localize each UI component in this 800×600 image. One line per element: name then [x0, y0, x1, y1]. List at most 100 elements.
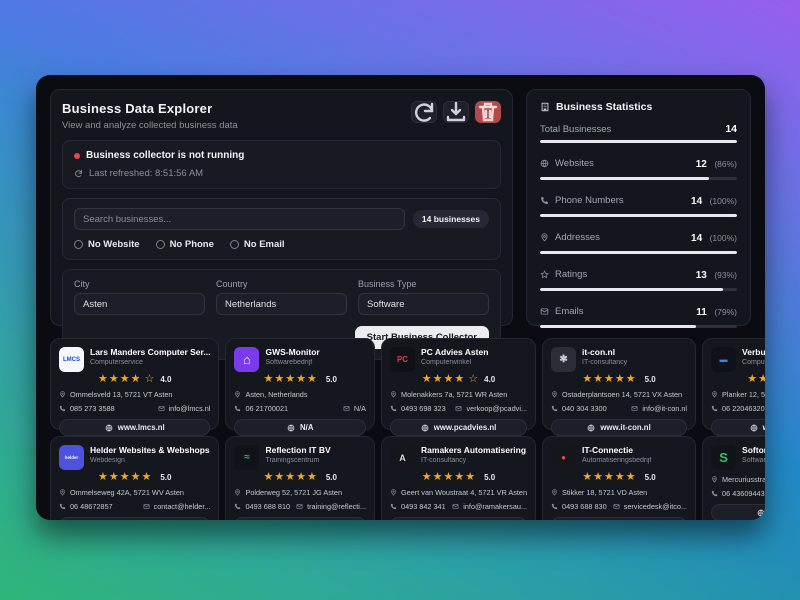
map-pin-icon	[234, 391, 241, 398]
country-label: Country	[216, 279, 347, 289]
website-button[interactable]	[59, 517, 210, 520]
stat-row: Phone Numbers 14 (100%)	[540, 191, 737, 217]
mail-icon	[452, 503, 459, 510]
business-card[interactable]: ▬ Verbugt IT Computerondersteuning en -s…	[702, 338, 765, 430]
website-button[interactable]: www.it-con.nl	[551, 419, 687, 436]
country-field[interactable]	[216, 293, 347, 315]
map-pin-icon	[390, 391, 397, 398]
website-button[interactable]	[551, 517, 687, 520]
download-button[interactable]	[443, 101, 469, 123]
business-phone: 06 48672857	[59, 502, 113, 511]
business-logo: ●	[551, 445, 576, 470]
star-icon	[540, 270, 549, 279]
business-card[interactable]: ≈ Reflection IT BV Trainingscentrum ★★★★…	[225, 436, 375, 520]
rating-value: 4.0	[484, 375, 495, 384]
rating-value: 5.0	[326, 375, 337, 384]
business-type-field[interactable]	[358, 293, 489, 315]
globe-icon	[421, 424, 429, 432]
business-category: Computerservice	[90, 359, 210, 366]
business-rating: ★★★★★ 5.0	[234, 472, 366, 483]
phone-icon	[59, 405, 66, 412]
pin-icon	[540, 233, 549, 242]
business-logo: LMCS	[59, 347, 84, 372]
mail-icon	[158, 405, 165, 412]
business-rating: ★★★★★ 5.0	[551, 374, 687, 385]
business-card[interactable]: ✱ it-con.nl IT-consultancy ★★★★★ 5.0 Ost…	[542, 338, 696, 430]
business-card[interactable]: helder Helder Websites & Webshops Webdes…	[50, 436, 219, 520]
mail-icon	[455, 405, 462, 412]
filter-no-website[interactable]: No Website	[74, 239, 140, 250]
collector-status-box: Business collector is not running Last r…	[62, 140, 501, 189]
business-email: verkoop@pcadvi...	[455, 404, 527, 413]
filter-no-phone[interactable]: No Phone	[156, 239, 214, 250]
delete-button[interactable]	[475, 101, 501, 123]
website-button[interactable]: www.verbugt.it	[711, 419, 765, 436]
stat-label: Websites	[555, 158, 594, 169]
filter-no-email[interactable]: No Email	[230, 239, 285, 250]
website-button[interactable]: softomic.nl	[711, 504, 765, 520]
checkbox-icon[interactable]	[230, 240, 239, 249]
business-card[interactable]: ⌂ GWS-Monitor Softwarebedrijf ★★★★★ 5.0 …	[225, 338, 375, 430]
city-field[interactable]	[74, 293, 205, 315]
business-phone: 06 22046320	[711, 404, 765, 413]
business-logo: ⌂	[234, 347, 259, 372]
website-button[interactable]	[390, 517, 527, 520]
globe-icon	[587, 424, 595, 432]
map-pin-icon	[551, 489, 558, 496]
map-pin-icon	[551, 391, 558, 398]
total-businesses-value: 14	[725, 123, 737, 135]
business-email: contact@helder...	[143, 502, 211, 511]
building-icon	[540, 102, 550, 112]
business-phone: 06 21700021	[234, 404, 288, 413]
website-button[interactable]: www.lmcs.nl	[59, 419, 210, 436]
business-address: Ommelseweg 42A, 5721 WV Asten	[59, 488, 210, 497]
last-refreshed-text: Last refreshed: 8:51:56 AM	[89, 168, 203, 179]
stat-value: 14	[691, 233, 702, 244]
phone-icon	[551, 503, 558, 510]
stats-panel: Business Statistics Total Businesses 14 …	[526, 89, 751, 326]
mail-icon	[343, 405, 350, 412]
stat-percent: (100%)	[710, 233, 737, 243]
business-card[interactable]: S Softomic Softwarebedrijf Mercuriusstra…	[702, 436, 765, 520]
business-logo: A	[390, 445, 415, 470]
refresh-icon	[412, 100, 436, 124]
business-card[interactable]: PC PC Advies Asten Computerwinkel ★★★★☆ …	[381, 338, 536, 430]
page-title: Business Data Explorer	[62, 101, 238, 116]
business-card[interactable]: ● IT-Connectie Automatiseringsbedrijf ★★…	[542, 436, 696, 520]
search-section: 14 businesses No Website No Phone No Ema…	[62, 198, 501, 260]
phone-icon	[711, 490, 718, 497]
website-button[interactable]: www.pcadvies.nl	[390, 419, 527, 436]
website-button[interactable]	[234, 517, 366, 520]
star-icons: ★★★★★	[264, 374, 318, 385]
star-icons: ★★★★	[747, 374, 765, 385]
map-pin-icon	[59, 489, 66, 496]
business-rating: ★★★★★ 5.0	[234, 374, 366, 385]
map-pin-icon	[234, 489, 241, 496]
website-button[interactable]: N/A	[234, 419, 366, 436]
checkbox-icon[interactable]	[156, 240, 165, 249]
business-email: info@ramakersau...	[452, 502, 527, 511]
business-card[interactable]: LMCS Lars Manders Computer Ser... Comput…	[50, 338, 219, 430]
business-category: IT-consultancy	[582, 359, 687, 366]
star-icons: ★★★★	[98, 374, 141, 385]
star-icons: ★★★★★	[264, 472, 318, 483]
business-address: Planker 12, 5721 VG Asten	[711, 390, 765, 399]
business-category: Softwarebedrijf	[265, 359, 366, 366]
business-type-label: Business Type	[358, 279, 489, 289]
map-pin-icon	[711, 476, 718, 483]
business-category: Computerwinkel	[421, 359, 527, 366]
business-card[interactable]: A Ramakers Automatisering IT-consultancy…	[381, 436, 536, 520]
star-icons: ★★★★★	[422, 472, 476, 483]
checkbox-icon[interactable]	[74, 240, 83, 249]
download-icon	[444, 100, 468, 124]
stat-progress-bar	[540, 325, 737, 328]
refresh-button[interactable]	[411, 101, 437, 123]
business-rating: ★★★★☆ 4.0	[711, 374, 765, 385]
business-logo: helder	[59, 445, 84, 470]
search-input[interactable]	[74, 208, 405, 230]
page-subtitle: View and analyze collected business data	[62, 120, 238, 131]
phone-icon	[551, 405, 558, 412]
stat-progress-bar	[540, 214, 737, 217]
phone-icon	[711, 405, 718, 412]
business-rating: ★★★★★ 5.0	[59, 472, 210, 483]
